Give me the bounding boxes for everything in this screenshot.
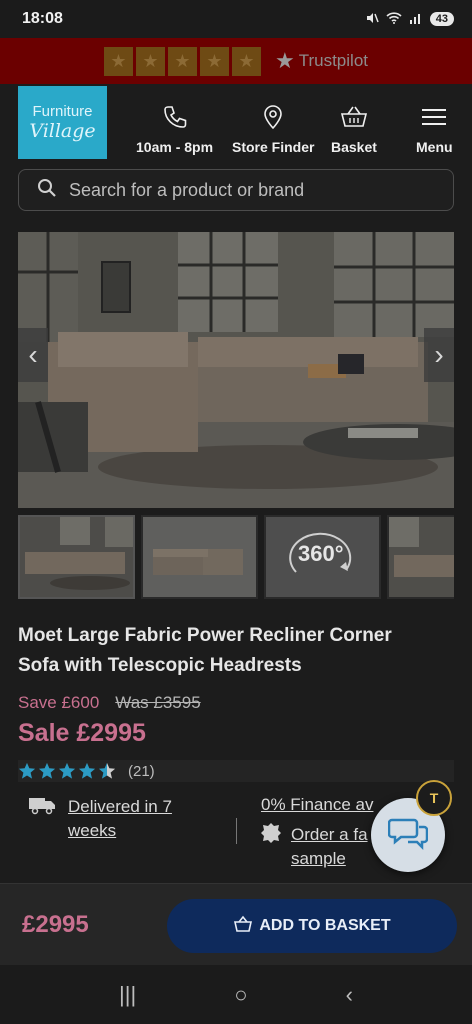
mute-icon: [365, 11, 379, 28]
thumbnail-room-alt[interactable]: [387, 515, 454, 599]
thumbnail-360-view[interactable]: 360°: [264, 515, 381, 599]
signal-icon: [409, 12, 423, 27]
gallery-next-button[interactable]: ›: [424, 328, 454, 382]
trustpilot-banner[interactable]: ★ ★ ★ ★ ★ ★ Trustpilot: [0, 38, 472, 84]
star-half-icon: [98, 762, 116, 779]
back-button[interactable]: ‹: [346, 982, 353, 1008]
android-navigation-bar: ||| ○ ‹: [0, 965, 472, 1024]
search-placeholder: Search for a product or brand: [69, 179, 305, 200]
sale-price: Sale £2995: [18, 719, 146, 747]
product-main-image[interactable]: ‹ ›: [18, 232, 454, 508]
chat-bubbles-icon: [387, 816, 429, 855]
battery-indicator: 43: [429, 12, 454, 26]
star-full-icon: [58, 762, 76, 779]
delivery-info[interactable]: Delivered in 7 weeks: [28, 795, 198, 843]
search-icon: [37, 178, 57, 203]
delivery-truck-icon: [28, 795, 56, 843]
nav-label-hours: 10am - 8pm: [136, 139, 214, 155]
basket-icon: [233, 915, 253, 938]
info-divider: [236, 818, 237, 844]
status-icons: 43: [365, 11, 454, 28]
rating-count: (21): [128, 762, 155, 780]
trustpilot-star-icon: ★: [135, 46, 165, 76]
finance-link[interactable]: 0% Finance av: [261, 795, 373, 815]
trustpilot-star-icon: ★: [167, 46, 197, 76]
status-time: 18:08: [22, 10, 63, 27]
furniture-village-logo[interactable]: Furniture Village: [18, 86, 107, 159]
nav-basket[interactable]: Basket: [331, 104, 377, 155]
view-360-label: 360°: [298, 541, 344, 566]
nav-store-finder[interactable]: Store Finder: [232, 104, 314, 155]
nav-opening-hours[interactable]: 10am - 8pm: [136, 104, 213, 155]
save-amount: Save £600: [18, 693, 100, 712]
nav-menu[interactable]: Menu: [416, 104, 453, 155]
add-to-basket-label: ADD TO BASKET: [259, 917, 391, 934]
price-savings-row: Save £600 Was £3595: [18, 693, 201, 713]
star-full-icon: [18, 762, 36, 779]
delivery-link[interactable]: Delivered in 7 weeks: [68, 795, 198, 843]
search-input[interactable]: Search for a product or brand: [18, 169, 454, 211]
trustpilot-brand: Trustpilot: [298, 51, 368, 70]
nav-label-basket: Basket: [331, 139, 377, 155]
nav-label-menu: Menu: [416, 139, 453, 155]
hamburger-icon: [420, 104, 448, 139]
wifi-icon: [386, 11, 402, 27]
product-title: Moet Large Fabric Power Recliner Corner …: [18, 625, 392, 676]
star-full-icon: [78, 762, 96, 779]
logo-line2: Village: [29, 120, 96, 142]
site-header: Furniture Village 10am - 8pm Store Finde…: [0, 84, 472, 164]
location-pin-icon: [262, 104, 284, 139]
gallery-thumbnails: 360°: [18, 515, 454, 599]
gallery-prev-button[interactable]: ‹: [18, 328, 48, 382]
status-bar: 18:08 43: [0, 0, 472, 38]
text-scan-button[interactable]: T: [416, 780, 452, 816]
trustpilot-logo: ★ Trustpilot: [275, 48, 368, 74]
star-full-icon: [38, 762, 56, 779]
trustpilot-star-icon: ★: [199, 46, 229, 76]
sticky-price: £2995: [22, 911, 89, 938]
thumbnail-sofa-cutout[interactable]: [141, 515, 258, 599]
nav-label-store-finder: Store Finder: [232, 139, 315, 155]
add-to-basket-button[interactable]: ADD TO BASKET: [167, 899, 457, 953]
home-button[interactable]: ○: [234, 982, 247, 1008]
sofa-photo: [18, 232, 454, 508]
was-price: Was £3595: [115, 693, 201, 712]
recent-apps-button[interactable]: |||: [119, 982, 136, 1008]
trustpilot-star-icon: ★: [103, 46, 133, 76]
sticky-purchase-bar: £2995 ADD TO BASKET: [0, 883, 472, 965]
logo-line1: Furniture: [32, 103, 93, 120]
trustpilot-star-icon: ★: [231, 46, 261, 76]
trustpilot-stars: ★ ★ ★ ★ ★: [103, 46, 261, 76]
rating-row[interactable]: (21): [18, 760, 454, 782]
phone-icon: [162, 104, 188, 139]
fabric-swatch-icon: [261, 823, 281, 871]
trustpilot-logo-star-icon: ★: [274, 48, 295, 73]
basket-icon: [339, 104, 369, 139]
thumbnail-room[interactable]: [18, 515, 135, 599]
